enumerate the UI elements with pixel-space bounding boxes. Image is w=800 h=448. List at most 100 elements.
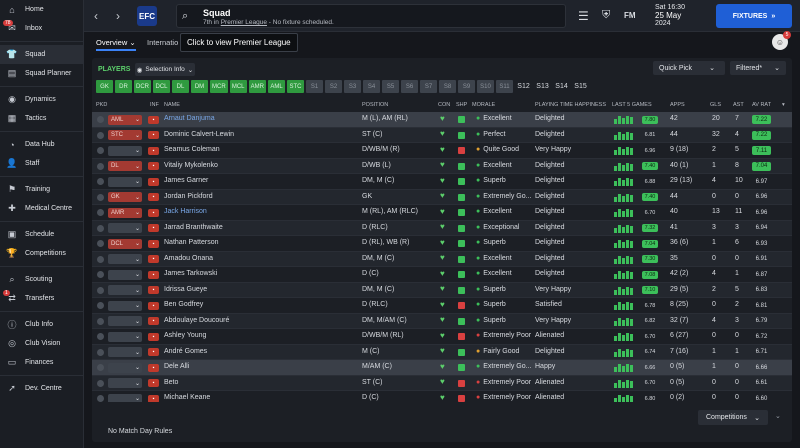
position-filter-dcr[interactable]: DCR	[134, 80, 151, 93]
menu-icon[interactable]: ☰	[578, 9, 589, 23]
player-name[interactable]: Jack Harrison	[164, 208, 207, 215]
table-row[interactable]: ⌄ ▪ James Tarkowski D (C) ♥ ● Excellent Delight…	[92, 267, 792, 283]
sidebar-item-medical-centre[interactable]: ✚ Medical Centre	[0, 199, 83, 218]
position-filter-s8[interactable]: S8	[439, 80, 457, 93]
col-name[interactable]: NAME	[164, 102, 180, 108]
table-row[interactable]: STC ⌄ ▪ Dominic Calvert-Lewin ST (C) ♥ ● Perfec…	[92, 127, 792, 143]
col-apps[interactable]: APPS	[670, 102, 685, 108]
col-morale[interactable]: MORALE	[472, 102, 495, 108]
col-playing-time[interactable]: PLAYING TIME HAPPINESS	[535, 102, 606, 108]
sidebar-item-staff[interactable]: 👤 Staff	[0, 154, 83, 173]
sidebar-item-data-hub[interactable]: ◔ Data Hub	[0, 135, 83, 154]
player-name[interactable]: Abdoulaye Doucouré	[164, 317, 229, 324]
pick-checkbox[interactable]	[97, 271, 104, 278]
player-name[interactable]: Ben Godfrey	[164, 301, 203, 308]
sidebar-item-squad[interactable]: 👕 Squad	[0, 45, 83, 64]
position-filter-gk[interactable]: GK	[96, 80, 113, 93]
player-name[interactable]: Ashley Young	[164, 332, 206, 339]
pick-checkbox[interactable]	[97, 224, 104, 232]
pick-checkbox[interactable]	[97, 395, 104, 402]
position-filter-s9[interactable]: S9	[458, 80, 476, 93]
player-name[interactable]: Seamus Coleman	[164, 146, 220, 153]
position-filter-dr[interactable]: DR	[115, 80, 132, 93]
sidebar-item-training[interactable]: ⚑ Training	[0, 180, 83, 199]
shield-icon[interactable]: ⛨	[602, 9, 610, 22]
pick-checkbox[interactable]	[97, 209, 104, 216]
table-row[interactable]: ⌄ ▪ Ben Godfrey D (RLC) ♥ ● Superb Satisfied 6.7…	[92, 298, 792, 314]
position-filter-s14[interactable]: S14	[553, 80, 570, 93]
position-filter-s3[interactable]: S3	[344, 80, 362, 93]
position-selector[interactable]: AMR ⌄	[108, 207, 142, 218]
selection-info-button[interactable]: ◉ Selection Info ⌄	[135, 63, 195, 76]
sidebar-item-schedule[interactable]: ▣ Schedule	[0, 225, 83, 244]
fixtures-button[interactable]: FIXTURES»	[716, 4, 792, 28]
col-inf[interactable]: INF	[150, 102, 159, 108]
position-selector[interactable]: ⌄	[108, 300, 142, 311]
position-filter-mcl[interactable]: MCL	[229, 80, 247, 93]
date-box[interactable]: Sat 16:30 25 May 2024	[655, 4, 711, 28]
position-selector[interactable]: GK ⌄	[108, 192, 142, 202]
filtered-dropdown[interactable]: Filtered* ⌄	[730, 61, 786, 75]
premier-league-link[interactable]: Premier League	[221, 19, 267, 26]
pick-checkbox[interactable]	[97, 364, 104, 371]
player-name[interactable]: Idrissa Gueye	[164, 286, 207, 293]
position-filter-s1[interactable]: S1	[306, 80, 324, 93]
position-selector[interactable]: ⌄	[108, 223, 142, 233]
sidebar-item-transfers[interactable]: ⇄ Transfers 1	[0, 289, 83, 308]
position-filter-amr[interactable]: AMR	[248, 80, 267, 93]
player-name[interactable]: André Gomes	[164, 348, 207, 355]
position-selector[interactable]: ⌄	[108, 393, 142, 402]
sidebar-item-finances[interactable]: ▭ Finances	[0, 353, 83, 372]
position-selector[interactable]: ⌄	[108, 316, 142, 326]
position-filter-s12[interactable]: S12	[515, 80, 532, 93]
sidebar-item-scouting[interactable]: ⌕ Scouting	[0, 270, 83, 289]
tab-international[interactable]: Internatio	[147, 38, 178, 47]
sidebar-item-inbox[interactable]: ✉ Inbox 78	[0, 19, 83, 38]
sidebar-item-dev-centre[interactable]: ➚ Dev. Centre	[0, 379, 83, 398]
pick-checkbox[interactable]	[97, 255, 104, 263]
quick-pick-dropdown[interactable]: Quick Pick ⌄	[653, 61, 725, 75]
table-row[interactable]: ⌄ ▪ James Garner DM, M (C) ♥ ● Superb Delighted…	[92, 174, 792, 190]
position-filter-s11[interactable]: S11	[496, 80, 514, 93]
col-shp[interactable]: SHP	[456, 102, 467, 108]
table-row[interactable]: ⌄ ▪ Amadou Onana DM, M (C) ♥ ● Excellent Deligh…	[92, 251, 792, 267]
player-name[interactable]: Jarrad Branthwaite	[164, 224, 223, 231]
club-crest[interactable]: EFC	[137, 6, 157, 26]
position-filter-s10[interactable]: S10	[477, 80, 495, 93]
scroll-down-icon[interactable]: ⌄	[775, 412, 781, 420]
col-ast[interactable]: AST	[733, 102, 744, 108]
position-filter-s4[interactable]: S4	[363, 80, 381, 93]
table-row[interactable]: AMR ⌄ ▪ Jack Harrison M (RL), AM (RLC) ♥ ● Exce…	[92, 205, 792, 221]
table-row[interactable]: ⌄ ▪ Michael Keane D (C) ♥ ● Extremely Poor Alie…	[92, 391, 792, 402]
sidebar-item-squad-planner[interactable]: ▤ Squad Planner	[0, 64, 83, 83]
sort-down-icon[interactable]: ▾	[782, 102, 785, 108]
table-row[interactable]: ⌄ ▪ André Gomes M (C) ♥ ● Fairly Good Delighted…	[92, 344, 792, 360]
search-box[interactable]: ⌕ Squad 7th in Premier League - No fixtu…	[176, 4, 566, 28]
pick-checkbox[interactable]	[97, 286, 104, 294]
forward-arrow-icon[interactable]: ›	[116, 9, 120, 23]
player-name[interactable]: Amadou Onana	[164, 255, 213, 262]
position-filter-mcr[interactable]: MCR	[210, 80, 228, 93]
position-filter-aml[interactable]: AML	[268, 80, 286, 93]
table-row[interactable]: ⌄ ▪ Ashley Young D/WB/M (RL) ♥ ● Extremely Poo…	[92, 329, 792, 345]
position-selector[interactable]: AML ⌄	[108, 114, 142, 125]
player-name[interactable]: Arnaut Danjuma	[164, 115, 215, 122]
pick-checkbox[interactable]	[97, 348, 104, 356]
player-name[interactable]: Jordan Pickford	[164, 193, 213, 200]
position-selector[interactable]: ⌄	[108, 254, 142, 264]
pick-checkbox[interactable]	[97, 131, 104, 139]
player-name[interactable]: James Garner	[164, 177, 208, 184]
position-filter-stc[interactable]: STC	[287, 80, 305, 93]
position-selector[interactable]: ⌄	[108, 176, 142, 187]
player-name[interactable]: Michael Keane	[164, 394, 210, 401]
col-pkd[interactable]: PKD	[96, 102, 107, 108]
position-selector[interactable]: DL ⌄	[108, 161, 142, 171]
position-selector[interactable]: ⌄	[108, 378, 142, 388]
position-filter-s13[interactable]: S13	[534, 80, 551, 93]
table-row[interactable]: DL ⌄ ▪ Vitaliy Mykolenko D/WB (L) ♥ ● Excellent…	[92, 158, 792, 174]
position-filter-dcl[interactable]: DCL	[153, 80, 170, 93]
player-name[interactable]: Dele Alli	[164, 363, 189, 370]
table-row[interactable]: ⌄ ▪ Beto ST (C) ♥ ● Extremely Poor Alienated 6.7…	[92, 375, 792, 391]
pick-checkbox[interactable]	[97, 178, 104, 185]
pick-checkbox[interactable]	[97, 240, 104, 247]
